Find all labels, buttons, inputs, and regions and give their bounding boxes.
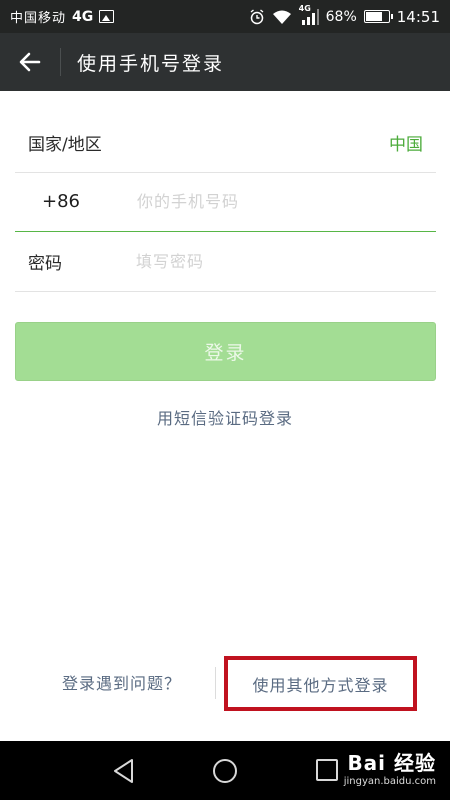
- watermark-brand: Bai 经验: [347, 751, 436, 775]
- gallery-icon: [99, 10, 115, 23]
- battery-icon: [363, 10, 393, 23]
- login-button[interactable]: 登录: [15, 322, 436, 381]
- nav-bar: Bai 经验 jingyan.baidu.com: [0, 741, 450, 800]
- watermark-url: jingyan.baidu.com: [343, 776, 436, 787]
- bottom-divider: [215, 667, 216, 699]
- other-login-method-link[interactable]: 使用其他方式登录: [224, 656, 417, 711]
- password-input[interactable]: [136, 252, 396, 271]
- back-button[interactable]: [0, 33, 60, 91]
- battery-percent: 68%: [325, 8, 357, 25]
- password-row: 密码: [15, 232, 436, 292]
- home-circle-icon[interactable]: [212, 758, 238, 784]
- carrier-name: 中国移动: [10, 11, 67, 26]
- alarm-icon: [250, 8, 264, 24]
- region-row[interactable]: 国家/地区 中国: [15, 113, 436, 173]
- region-label: 国家/地区: [28, 135, 102, 155]
- signal-icon: [301, 8, 319, 25]
- arrow-left-icon: [19, 52, 41, 72]
- login-problem-link[interactable]: 登录遇到问题？: [62, 670, 181, 694]
- region-value[interactable]: 中国: [389, 130, 423, 155]
- status-right: 4G 68% 14:51: [249, 4, 440, 26]
- sms-login-link[interactable]: 用短信验证码登录: [0, 405, 450, 429]
- signal-indicator: 4G: [299, 4, 319, 25]
- recent-square-icon[interactable]: [315, 758, 339, 782]
- status-bar: 中国移动 4G 4G 68% 14:51: [0, 0, 450, 33]
- network-type: 4G: [72, 8, 94, 25]
- back-triangle-icon[interactable]: [112, 758, 136, 784]
- phone-input[interactable]: [137, 192, 397, 211]
- status-left: 中国移动 4G: [10, 7, 115, 26]
- bottom-links: 登录遇到问题？ 使用其他方式登录: [0, 655, 450, 713]
- password-label: 密码: [28, 254, 62, 274]
- title-divider: [60, 48, 61, 76]
- country-code[interactable]: +86: [42, 191, 137, 212]
- baidu-watermark: Bai 经验 jingyan.baidu.com: [344, 747, 436, 787]
- wifi-icon: [272, 10, 291, 24]
- phone-row: +86: [15, 172, 436, 232]
- title-bar: 使用手机号登录: [0, 33, 450, 91]
- status-time: 14:51: [396, 7, 440, 26]
- page-title: 使用手机号登录: [77, 52, 225, 75]
